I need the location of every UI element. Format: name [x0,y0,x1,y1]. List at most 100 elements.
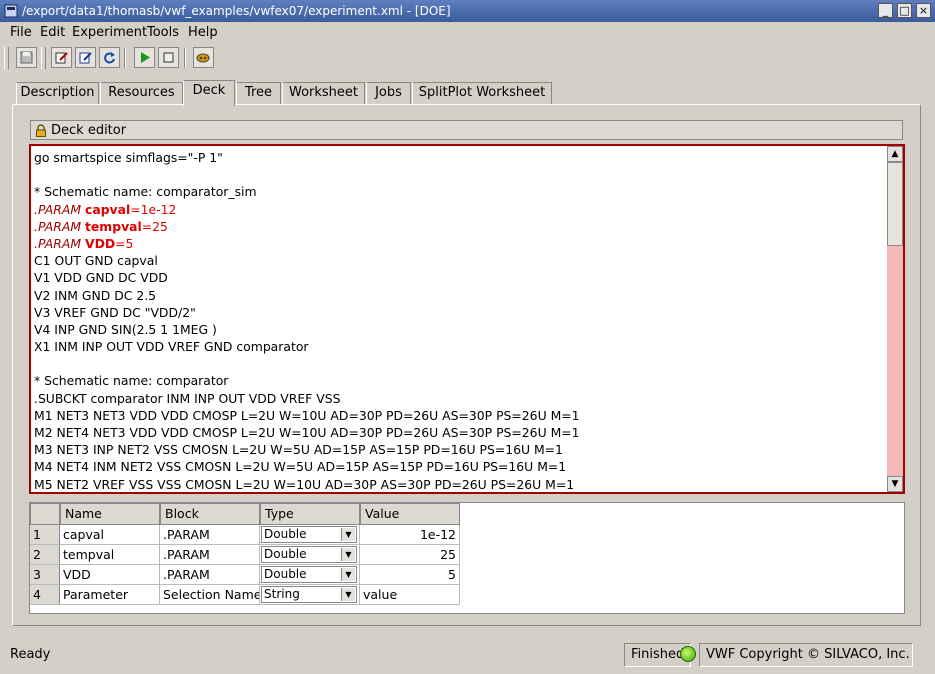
param-name-cell[interactable]: Parameter [60,585,160,605]
chevron-down-icon[interactable]: ▼ [341,588,355,601]
type-dropdown[interactable]: Double ▼ [261,546,357,563]
param-value-cell[interactable]: 25 [360,545,460,565]
param-value-cell[interactable]: value [360,585,460,605]
param-block-cell[interactable]: .PARAM [160,525,260,545]
stop-icon[interactable] [158,47,179,68]
deck-line-param: .PARAM capval=1e-12 [34,201,889,218]
deck-line: M5 NET2 VREF VSS VSS CMOSN L=2U W=10U AD… [34,476,575,492]
status-indicator-icon [680,646,696,662]
param-name: VDD [84,235,116,251]
chevron-down-icon[interactable]: ▼ [341,568,355,581]
scroll-thumb[interactable] [887,162,903,246]
copyright-text: VWF Copyright © SILVACO, Inc. [699,643,913,667]
minimize-icon[interactable]: _ [878,3,893,18]
menu-bar: File Edit Experiment Tools Help [0,22,935,44]
param-value: 1e-12 [140,201,177,217]
param-block-cell[interactable]: .PARAM [160,565,260,585]
param-keyword: .PARAM [34,201,85,217]
param-name-cell[interactable]: tempval [60,545,160,565]
menu-help[interactable]: Help [188,25,218,40]
deck-line-param: .PARAM tempval=25 [34,218,889,235]
run-icon[interactable] [134,47,155,68]
column-header-type[interactable]: Type [260,503,360,525]
param-value-cell[interactable]: 5 [360,565,460,585]
title-bar[interactable]: /export/data1/thomasb/vwf_examples/vwfex… [0,0,935,22]
app-icon[interactable] [4,4,18,18]
type-dropdown[interactable]: String ▼ [261,586,357,603]
toolbar-grip[interactable] [4,47,9,69]
param-block-cell[interactable]: .PARAM [160,545,260,565]
param-equals: = [115,235,126,251]
maximize-icon[interactable]: □ [897,3,912,18]
menu-tools[interactable]: Tools [147,25,179,40]
param-value: 25 [152,218,168,234]
tab-jobs[interactable]: Jobs [366,82,411,104]
param-equals: = [141,218,153,234]
tab-deck[interactable]: Deck [183,80,235,106]
status-bar: Ready Finished VWF Copyright © SILVACO, … [0,640,935,674]
param-value-cell[interactable]: 1e-12 [360,525,460,545]
deck-line: V4 INP GND SIN(2.5 1 1MEG ) [34,321,217,337]
close-icon[interactable]: × [916,3,931,18]
type-dropdown-value: String [264,587,300,601]
column-header-name[interactable]: Name [60,503,160,525]
menu-edit[interactable]: Edit [40,25,65,40]
edit-icon[interactable] [51,47,72,68]
tab-resources[interactable]: Resources [100,82,183,104]
param-name-cell[interactable]: VDD [60,565,160,585]
param-name: capval [84,201,131,217]
deck-line: * Schematic name: comparator [34,373,229,389]
type-dropdown-value: Double [264,567,307,581]
deck-line-blank [34,166,889,183]
scroll-up-icon[interactable]: ▲ [887,146,903,162]
deck-line: .SUBCKT comparator INM INP OUT VDD VREF … [34,390,341,406]
type-dropdown[interactable]: Double ▼ [261,526,357,543]
row-number: 1 [30,525,60,545]
deck-editor-header[interactable]: Deck editor [30,120,903,140]
tab-worksheet[interactable]: Worksheet [282,82,365,104]
deck-line-blank [34,355,889,372]
row-number: 3 [30,565,60,585]
deck-text[interactable]: go smartspice simflags="-P 1" * Schemati… [34,149,889,492]
menu-experiment[interactable]: Experiment [72,25,147,40]
deck-line: M4 NET4 INM NET2 VSS CMOSN L=2U W=5U AD=… [34,459,567,475]
column-header-block[interactable]: Block [160,503,260,525]
deck-line: M2 NET4 NET3 VDD VDD CMOSP L=2U W=10U AD… [34,425,580,440]
lock-icon [36,124,46,137]
deck-line: V1 VDD GND DC VDD [34,270,168,286]
type-dropdown-value: Double [264,547,307,561]
deck-line: M3 NET3 INP NET2 VSS CMOSN L=2U W=5U AD=… [34,442,563,458]
chevron-down-icon[interactable]: ▼ [341,528,355,541]
param-name-cell[interactable]: capval [60,525,160,545]
refresh-icon[interactable] [99,47,120,68]
tab-splitplot-worksheet[interactable]: SplitPlot Worksheet [412,82,552,104]
editor-scrollbar[interactable]: ▲ ▼ [887,146,903,492]
row-number: 2 [30,545,60,565]
toolbar-grip[interactable] [41,47,46,69]
param-type-cell: Double ▼ [260,565,360,585]
column-header-value[interactable]: Value [360,503,460,525]
row-number: 4 [30,585,60,605]
tab-description[interactable]: Description [16,82,99,104]
toolbar-separator [184,48,186,68]
save-icon[interactable] [16,47,37,68]
menu-file[interactable]: File [10,25,32,40]
deck-line-param: .PARAM VDD=5 [34,235,889,252]
deck-line: * Schematic name: comparator_sim [34,184,257,200]
settings-icon[interactable] [193,47,214,68]
deck-line: C1 OUT GND capval [34,253,158,269]
scroll-down-icon[interactable]: ▼ [887,476,903,492]
deck-editor-label: Deck editor [51,123,127,138]
param-block-cell[interactable]: Selection Name [160,585,260,605]
deck-line: V3 VREF GND DC "VDD/2" [34,304,196,320]
deck-editor[interactable]: go smartspice simflags="-P 1" * Schemati… [29,144,905,494]
param-type-cell: Double ▼ [260,525,360,545]
type-dropdown[interactable]: Double ▼ [261,566,357,583]
tab-tree[interactable]: Tree [236,82,281,104]
edit2-icon[interactable] [75,47,96,68]
param-name: tempval [84,218,142,234]
param-value: 5 [125,235,134,251]
toolbar [0,44,935,72]
deck-line: X1 INM INP OUT VDD VREF GND comparator [34,339,309,355]
chevron-down-icon[interactable]: ▼ [341,548,355,561]
